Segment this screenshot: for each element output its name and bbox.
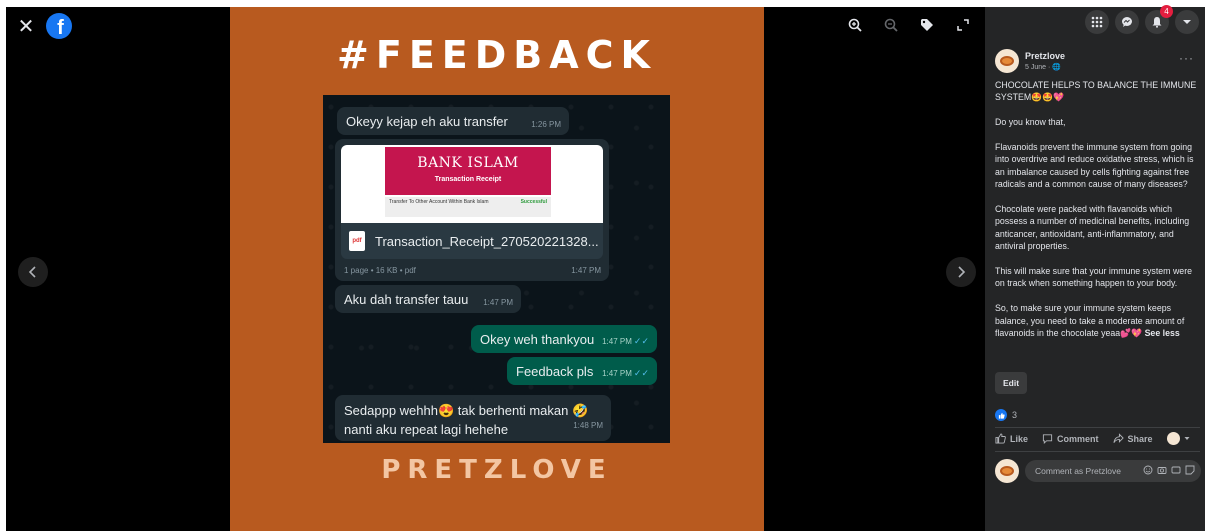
message-text-line1: Sedappp wehhh😍 tak berhenti makan 🤣	[344, 403, 589, 418]
chat-message: Okeyy kejap eh aku transfer 1:26 PM	[337, 107, 569, 135]
message-time: 1:47 PM ✓✓	[602, 336, 649, 346]
receipt-status: Successful	[520, 199, 547, 205]
share-icon	[1112, 433, 1124, 443]
chevron-right-icon	[958, 266, 966, 278]
chevron-down-icon	[1184, 437, 1190, 440]
poster-hashtag: #FEEDBACK	[337, 33, 657, 77]
fullscreen-icon[interactable]	[953, 15, 973, 35]
sticker-icon[interactable]	[1185, 465, 1195, 475]
photo-viewer: ✕ f #FEEDBACK Okeyy kejap eh aku transfe…	[6, 7, 985, 531]
like-reaction-icon	[995, 409, 1007, 421]
receipt-preview: BANK ISLAM Transaction Receipt Transfer …	[341, 145, 603, 223]
message-text: Feedback pls	[516, 364, 594, 379]
chevron-left-icon	[28, 266, 36, 278]
reactions-summary[interactable]: 3	[995, 409, 1017, 421]
receipt-row-label: Transfer To Other Account Within Bank Is…	[389, 199, 489, 205]
chat-attachment-message: BANK ISLAM Transaction Receipt Transfer …	[335, 139, 609, 281]
gif-icon[interactable]	[1171, 465, 1181, 475]
zoom-in-icon[interactable]	[845, 15, 865, 35]
message-text: Okeyy kejap eh aku transfer	[346, 114, 508, 129]
chat-screenshot: Okeyy kejap eh aku transfer 1:26 PM BANK…	[323, 95, 670, 443]
share-button[interactable]: Share	[1112, 433, 1153, 444]
camera-icon[interactable]	[1157, 465, 1167, 475]
post-as-selector[interactable]	[1166, 432, 1190, 445]
messenger-icon	[1122, 17, 1132, 27]
comment-composer: Comment as Pretzlove	[995, 459, 1201, 483]
like-button[interactable]: Like	[995, 433, 1028, 444]
pdf-file-meta: 1 page • 16 KB • pdf	[344, 266, 416, 275]
emoji-icon[interactable]	[1143, 465, 1153, 475]
chat-message: Feedback pls 1:47 PM ✓✓	[507, 357, 657, 385]
comment-input[interactable]: Comment as Pretzlove	[1025, 460, 1201, 482]
chat-message: Aku dah transfer tauu 1:47 PM	[335, 285, 521, 313]
more-options-button[interactable]: ···	[1179, 51, 1194, 65]
post-date[interactable]: 5 June · 🌐	[1025, 63, 1061, 71]
divider	[995, 451, 1200, 452]
bell-icon	[1152, 17, 1162, 28]
message-time: 1:47 PM ✓✓	[602, 368, 649, 378]
tag-icon[interactable]	[917, 15, 937, 35]
pretzel-logo-icon	[1000, 466, 1014, 476]
pdf-file-row: pdf Transaction_Receipt_270520221328...	[341, 223, 603, 259]
read-ticks-icon: ✓✓	[633, 368, 649, 378]
comment-button[interactable]: Comment	[1042, 433, 1099, 444]
reaction-count: 3	[1012, 410, 1018, 420]
divider	[995, 427, 1200, 428]
edit-button[interactable]: Edit	[995, 372, 1027, 394]
post-paragraph-last: So, to make sure your immune system keep…	[995, 303, 1185, 339]
receipt-bank-name: BANK ISLAM	[417, 155, 519, 171]
post-paragraph: Flavanoids prevent the immune system fro…	[995, 142, 1194, 190]
message-time: 1:26 PM	[531, 120, 561, 129]
message-time: 1:47 PM	[483, 298, 513, 307]
avatar[interactable]	[995, 49, 1019, 73]
post-paragraph: Chocolate were packed with flavanoids wh…	[995, 204, 1190, 252]
message-text: Aku dah transfer tauu	[344, 292, 469, 307]
post-side-panel: 4 Pretzlove 5 June · 🌐 ··· CHOCOLATE HEL…	[985, 5, 1205, 531]
post-body: CHOCOLATE HELPS TO BALANCE THE IMMUNE SY…	[995, 79, 1201, 352]
message-time: 1:47 PM	[571, 266, 601, 275]
poster-brand: PRETZLOVE	[381, 455, 613, 485]
pretzel-logo-icon	[1000, 56, 1014, 66]
thumbs-up-icon	[995, 433, 1006, 444]
message-text-line2: nanti aku repeat lagi hehehe	[344, 422, 509, 437]
notifications-button[interactable]: 4	[1145, 5, 1173, 34]
post-paragraph: This will make sure that your immune sys…	[995, 266, 1193, 289]
post-paragraph: Do you know that,	[995, 117, 1066, 128]
receipt-row: Transfer To Other Account Within Bank Is…	[385, 197, 551, 217]
grid-menu-icon	[1091, 16, 1103, 28]
previous-photo-button[interactable]	[18, 257, 48, 287]
comment-tools	[1143, 465, 1195, 475]
message-text: Okey weh thankyou	[480, 332, 595, 347]
close-icon[interactable]: ✕	[16, 16, 36, 38]
messenger-button[interactable]	[1115, 10, 1139, 34]
menu-button[interactable]	[1085, 10, 1109, 34]
message-time: 1:48 PM	[573, 421, 603, 430]
account-button[interactable]	[1175, 10, 1199, 34]
read-ticks-icon: ✓✓	[633, 336, 649, 346]
chat-message: Okey weh thankyou 1:47 PM ✓✓	[471, 325, 657, 353]
feedback-poster-image: #FEEDBACK Okeyy kejap eh aku transfer 1:…	[230, 7, 764, 531]
avatar	[1166, 432, 1180, 445]
chevron-down-icon	[1183, 20, 1191, 24]
comment-icon	[1042, 434, 1053, 444]
post-actions: Like Comment Share	[995, 432, 1205, 445]
top-bar: 4	[985, 5, 1205, 37]
zoom-out-icon[interactable]	[881, 15, 901, 35]
next-photo-button[interactable]	[946, 257, 976, 287]
chat-message: Sedappp wehhh😍 tak berhenti makan 🤣 nant…	[335, 395, 611, 441]
see-less-link[interactable]: See less	[1145, 328, 1180, 338]
receipt-subtitle: Transaction Receipt	[434, 176, 502, 183]
viewer-top-left: ✕ f	[16, 13, 72, 39]
receipt-header: BANK ISLAM Transaction Receipt	[385, 147, 551, 195]
viewer-tools	[845, 15, 973, 35]
notification-badge: 4	[1160, 5, 1173, 18]
avatar[interactable]	[995, 459, 1019, 483]
post-paragraph: CHOCOLATE HELPS TO BALANCE THE IMMUNE SY…	[995, 80, 1197, 103]
facebook-logo-icon[interactable]: f	[46, 13, 72, 39]
pdf-file-icon: pdf	[349, 231, 365, 251]
post-header: Pretzlove 5 June · 🌐 ···	[995, 49, 1200, 79]
post-author[interactable]: Pretzlove	[1025, 51, 1065, 61]
pdf-file-name: Transaction_Receipt_270520221328...	[375, 233, 599, 249]
